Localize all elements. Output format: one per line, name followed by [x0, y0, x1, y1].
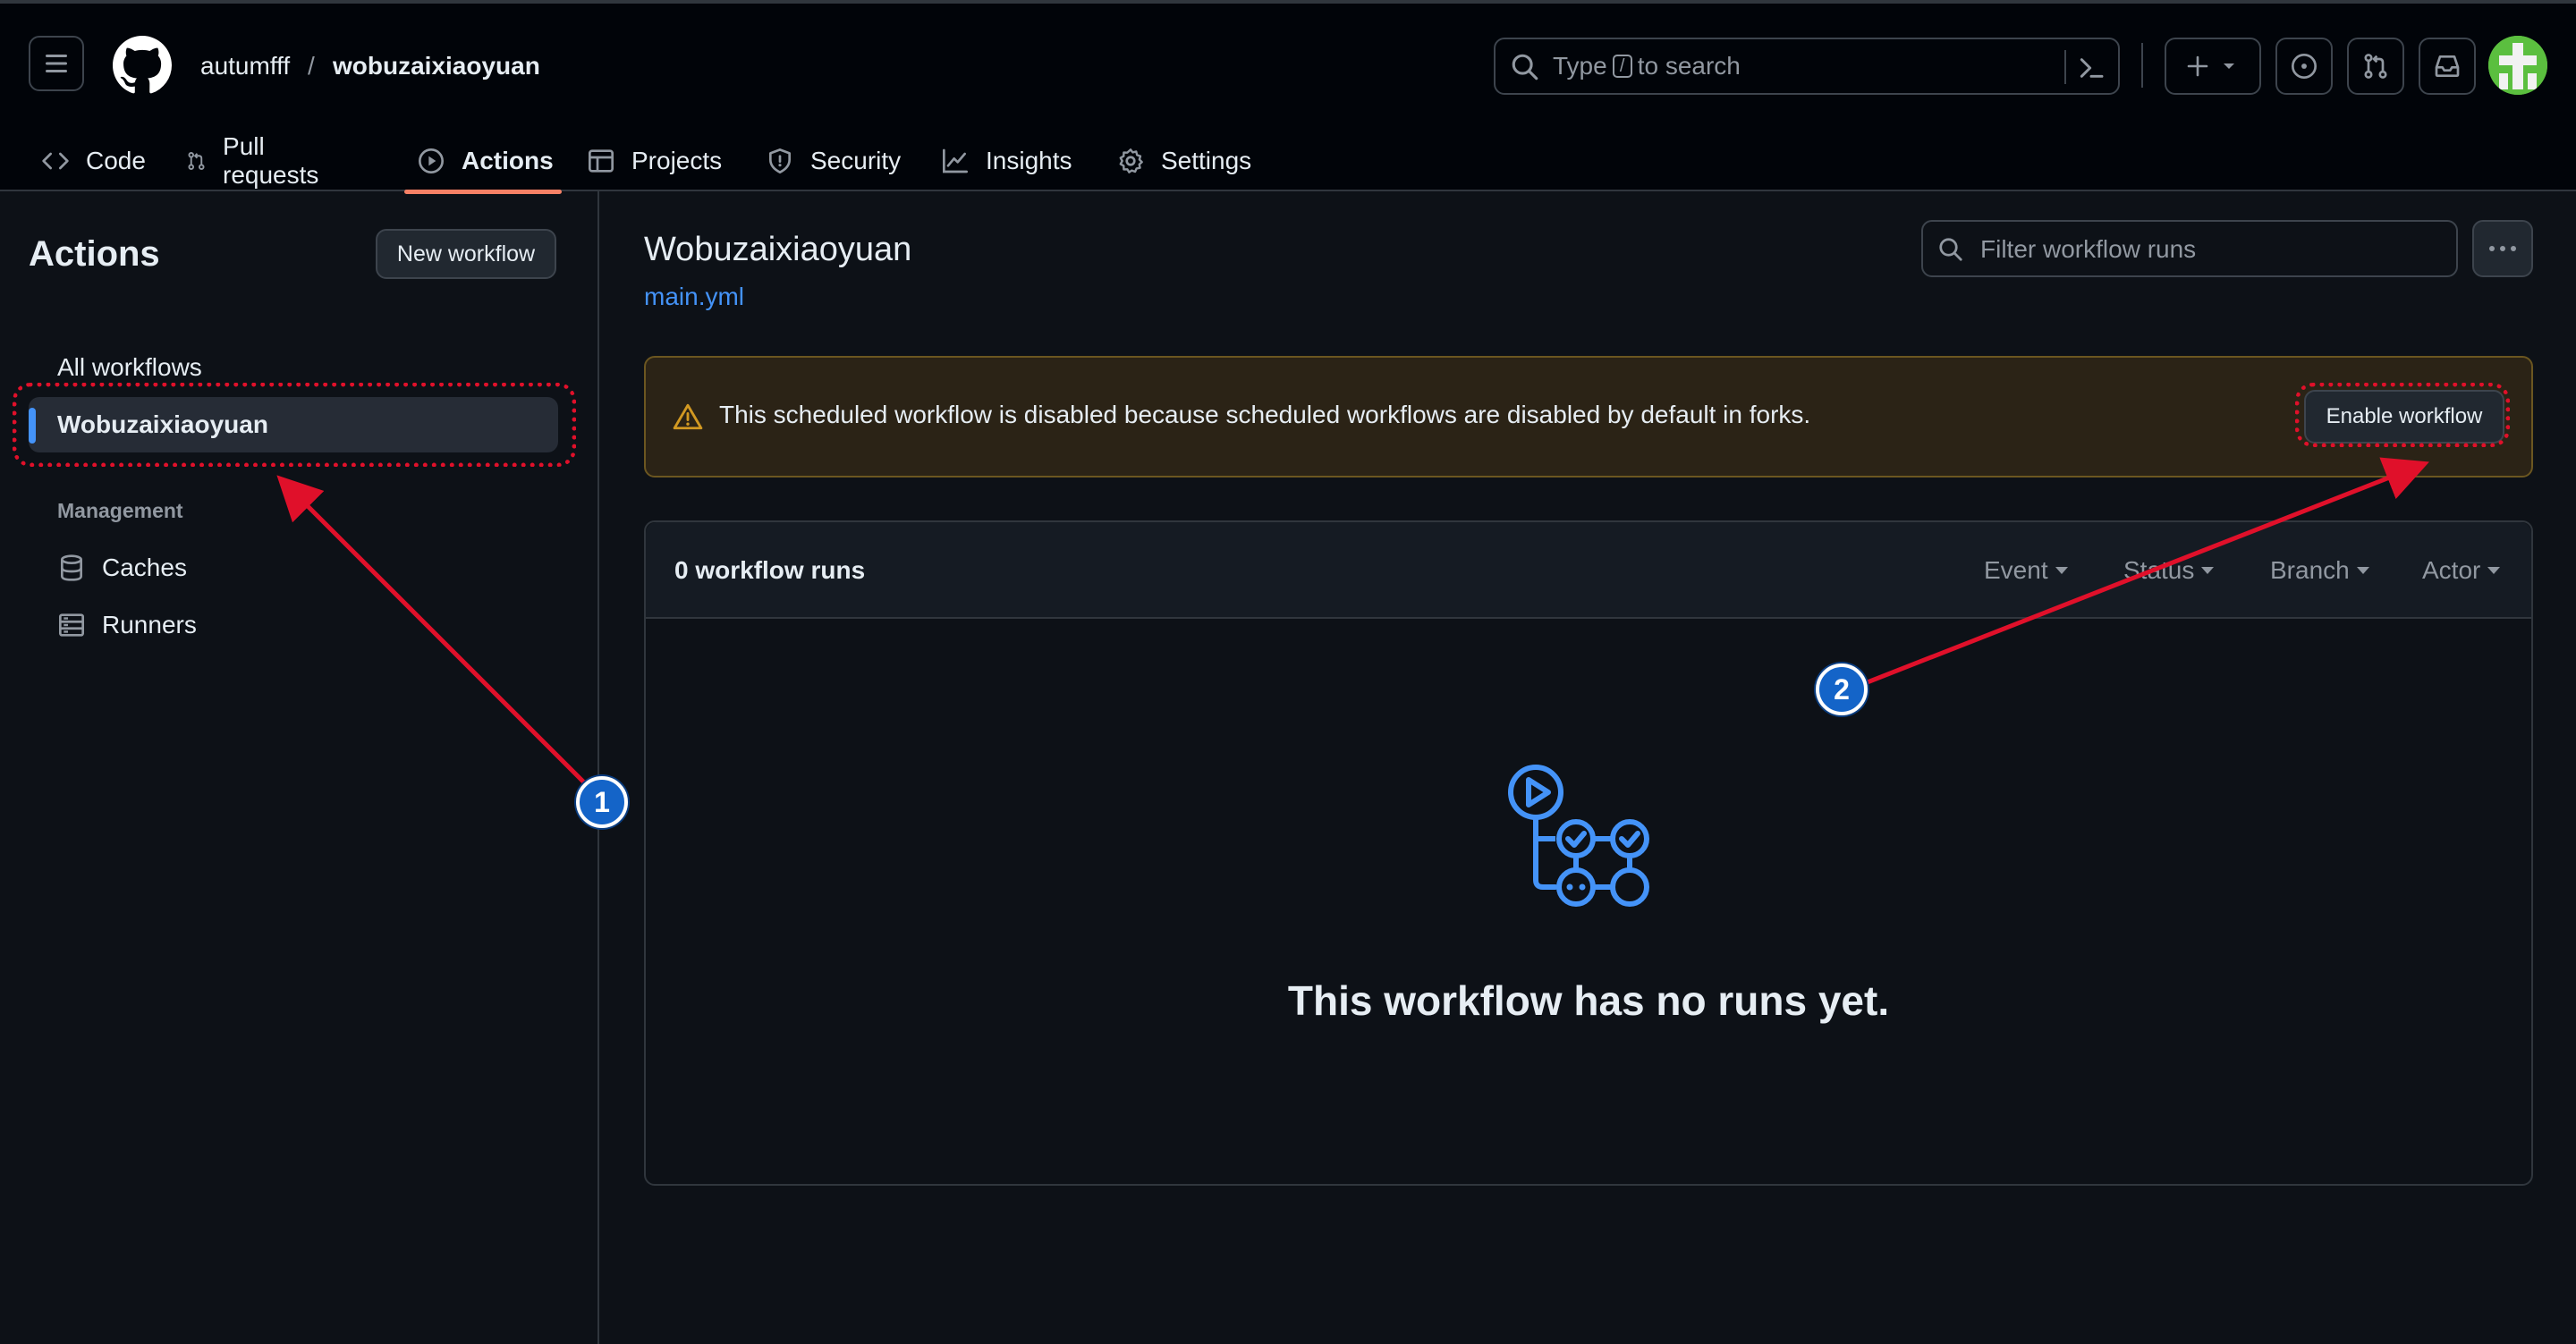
git-pull-request-icon — [188, 152, 205, 170]
annotation-badge-1: 1 — [576, 776, 628, 828]
workflow-title: Wobuzaixiaoyuan — [644, 231, 912, 268]
banner-message: This scheduled workflow is disabled beca… — [719, 401, 1811, 428]
new-workflow-button[interactable]: New workflow — [376, 229, 556, 279]
code-icon — [42, 152, 69, 170]
triangle-down-icon — [2055, 567, 2068, 574]
branch-filter-dropdown[interactable]: Branch — [2270, 556, 2369, 585]
filter-label: Actor — [2422, 556, 2481, 584]
tab-pull-requests[interactable]: Pull requests — [186, 129, 326, 193]
filter-placeholder: Filter workflow runs — [1980, 235, 2197, 263]
search-placeholder: Type / to search — [1553, 52, 1741, 80]
command-palette-icon[interactable] — [2077, 54, 2106, 82]
breadcrumb-separator: / — [308, 52, 315, 80]
graph-icon — [943, 148, 968, 173]
filter-label: Event — [1984, 556, 2048, 584]
breadcrumb-owner[interactable]: autumfff — [200, 50, 290, 82]
alert-icon — [673, 403, 703, 430]
tab-actions[interactable]: Actions — [417, 129, 554, 193]
table-icon — [589, 149, 614, 173]
avatar-image — [2488, 36, 2547, 95]
management-heading: Management — [57, 499, 183, 522]
search-input[interactable]: Type / to search — [1494, 38, 2120, 95]
tab-insights[interactable]: Insights — [941, 129, 1072, 193]
tab-projects[interactable]: Projects — [587, 129, 722, 193]
server-icon — [59, 613, 84, 637]
issues-button[interactable] — [2275, 38, 2333, 95]
annotation-highlight-1 — [13, 383, 576, 467]
database-icon — [61, 554, 82, 581]
actor-filter-dropdown[interactable]: Actor — [2422, 556, 2501, 585]
create-new-button[interactable] — [2165, 38, 2261, 95]
workflow-empty-state-icon — [1508, 765, 1649, 907]
more-options-button[interactable] — [2472, 220, 2533, 277]
plus-dropdown-icon — [2187, 55, 2234, 77]
tab-insights-label: Insights — [986, 147, 1072, 174]
issue-opened-icon — [2292, 54, 2317, 79]
annotation-highlight-2 — [2295, 383, 2510, 447]
global-header: autumfff / wobuzaixiaoyuan Type / to sea… — [0, 0, 2576, 194]
triangle-down-icon — [2487, 567, 2501, 574]
inbox-icon — [2435, 55, 2460, 77]
git-pull-request-icon — [2364, 54, 2387, 79]
empty-state-message: This workflow has no runs yet. — [1287, 977, 1890, 1024]
tab-pull-requests-label: Pull requests — [223, 132, 319, 189]
hamburger-icon — [46, 55, 67, 72]
sidebar-item-label: Runners — [102, 611, 197, 638]
gear-icon — [1119, 148, 1143, 173]
sidebar-title: Actions — [29, 234, 160, 274]
tab-settings-label: Settings — [1161, 147, 1252, 174]
triangle-down-icon — [2356, 567, 2369, 574]
filter-workflow-runs-input[interactable]: Filter workflow runs — [1921, 220, 2458, 277]
search-divider — [2064, 50, 2066, 84]
filter-label: Status — [2123, 556, 2195, 584]
event-filter-dropdown[interactable]: Event — [1984, 556, 2068, 585]
header-divider — [2141, 43, 2143, 88]
github-logo-icon[interactable] — [113, 36, 172, 95]
kebab-horizontal-icon — [2489, 246, 2516, 251]
filter-label: Branch — [2270, 556, 2350, 584]
triangle-down-icon — [2201, 567, 2215, 574]
sidebar-item-runners[interactable]: Runners — [57, 603, 197, 647]
breadcrumb-repo[interactable]: wobuzaixiaoyuan — [333, 50, 540, 82]
play-icon — [419, 148, 444, 173]
tab-settings[interactable]: Settings — [1116, 129, 1251, 193]
shield-icon — [769, 148, 791, 173]
tab-projects-label: Projects — [631, 147, 723, 174]
pull-requests-button[interactable] — [2347, 38, 2404, 95]
slash-key: / — [1612, 55, 1632, 78]
status-filter-dropdown[interactable]: Status — [2123, 556, 2215, 585]
actions-sidebar: Actions New workflow All workflows Wobuz… — [0, 191, 599, 1344]
search-icon — [1939, 238, 1962, 261]
workflow-file-link[interactable]: main.yml — [644, 283, 744, 311]
search-icon — [1512, 54, 1538, 80]
user-avatar[interactable] — [2488, 36, 2547, 95]
tab-security[interactable]: Security — [766, 129, 901, 193]
runs-count: 0 workflow runs — [674, 556, 866, 584]
menu-button[interactable] — [29, 36, 84, 91]
tab-security-label: Security — [810, 147, 902, 174]
search-prefix: Type — [1553, 52, 1607, 80]
search-suffix: to search — [1637, 52, 1741, 80]
tab-code-label: Code — [86, 147, 146, 174]
annotation-badge-2: 2 — [1816, 664, 1868, 715]
disabled-workflow-banner: This scheduled workflow is disabled beca… — [644, 356, 2533, 478]
workflow-runs-panel: 0 workflow runs Event Status Branch Acto… — [644, 520, 2533, 1186]
sidebar-item-caches[interactable]: Caches — [57, 545, 187, 590]
tab-actions-label: Actions — [462, 147, 554, 174]
tab-code[interactable]: Code — [41, 129, 146, 193]
sidebar-item-label: All workflows — [57, 353, 202, 381]
runs-header: 0 workflow runs Event Status Branch Acto… — [646, 522, 2531, 619]
inbox-button[interactable] — [2419, 38, 2476, 95]
sidebar-item-label: Caches — [102, 554, 187, 581]
